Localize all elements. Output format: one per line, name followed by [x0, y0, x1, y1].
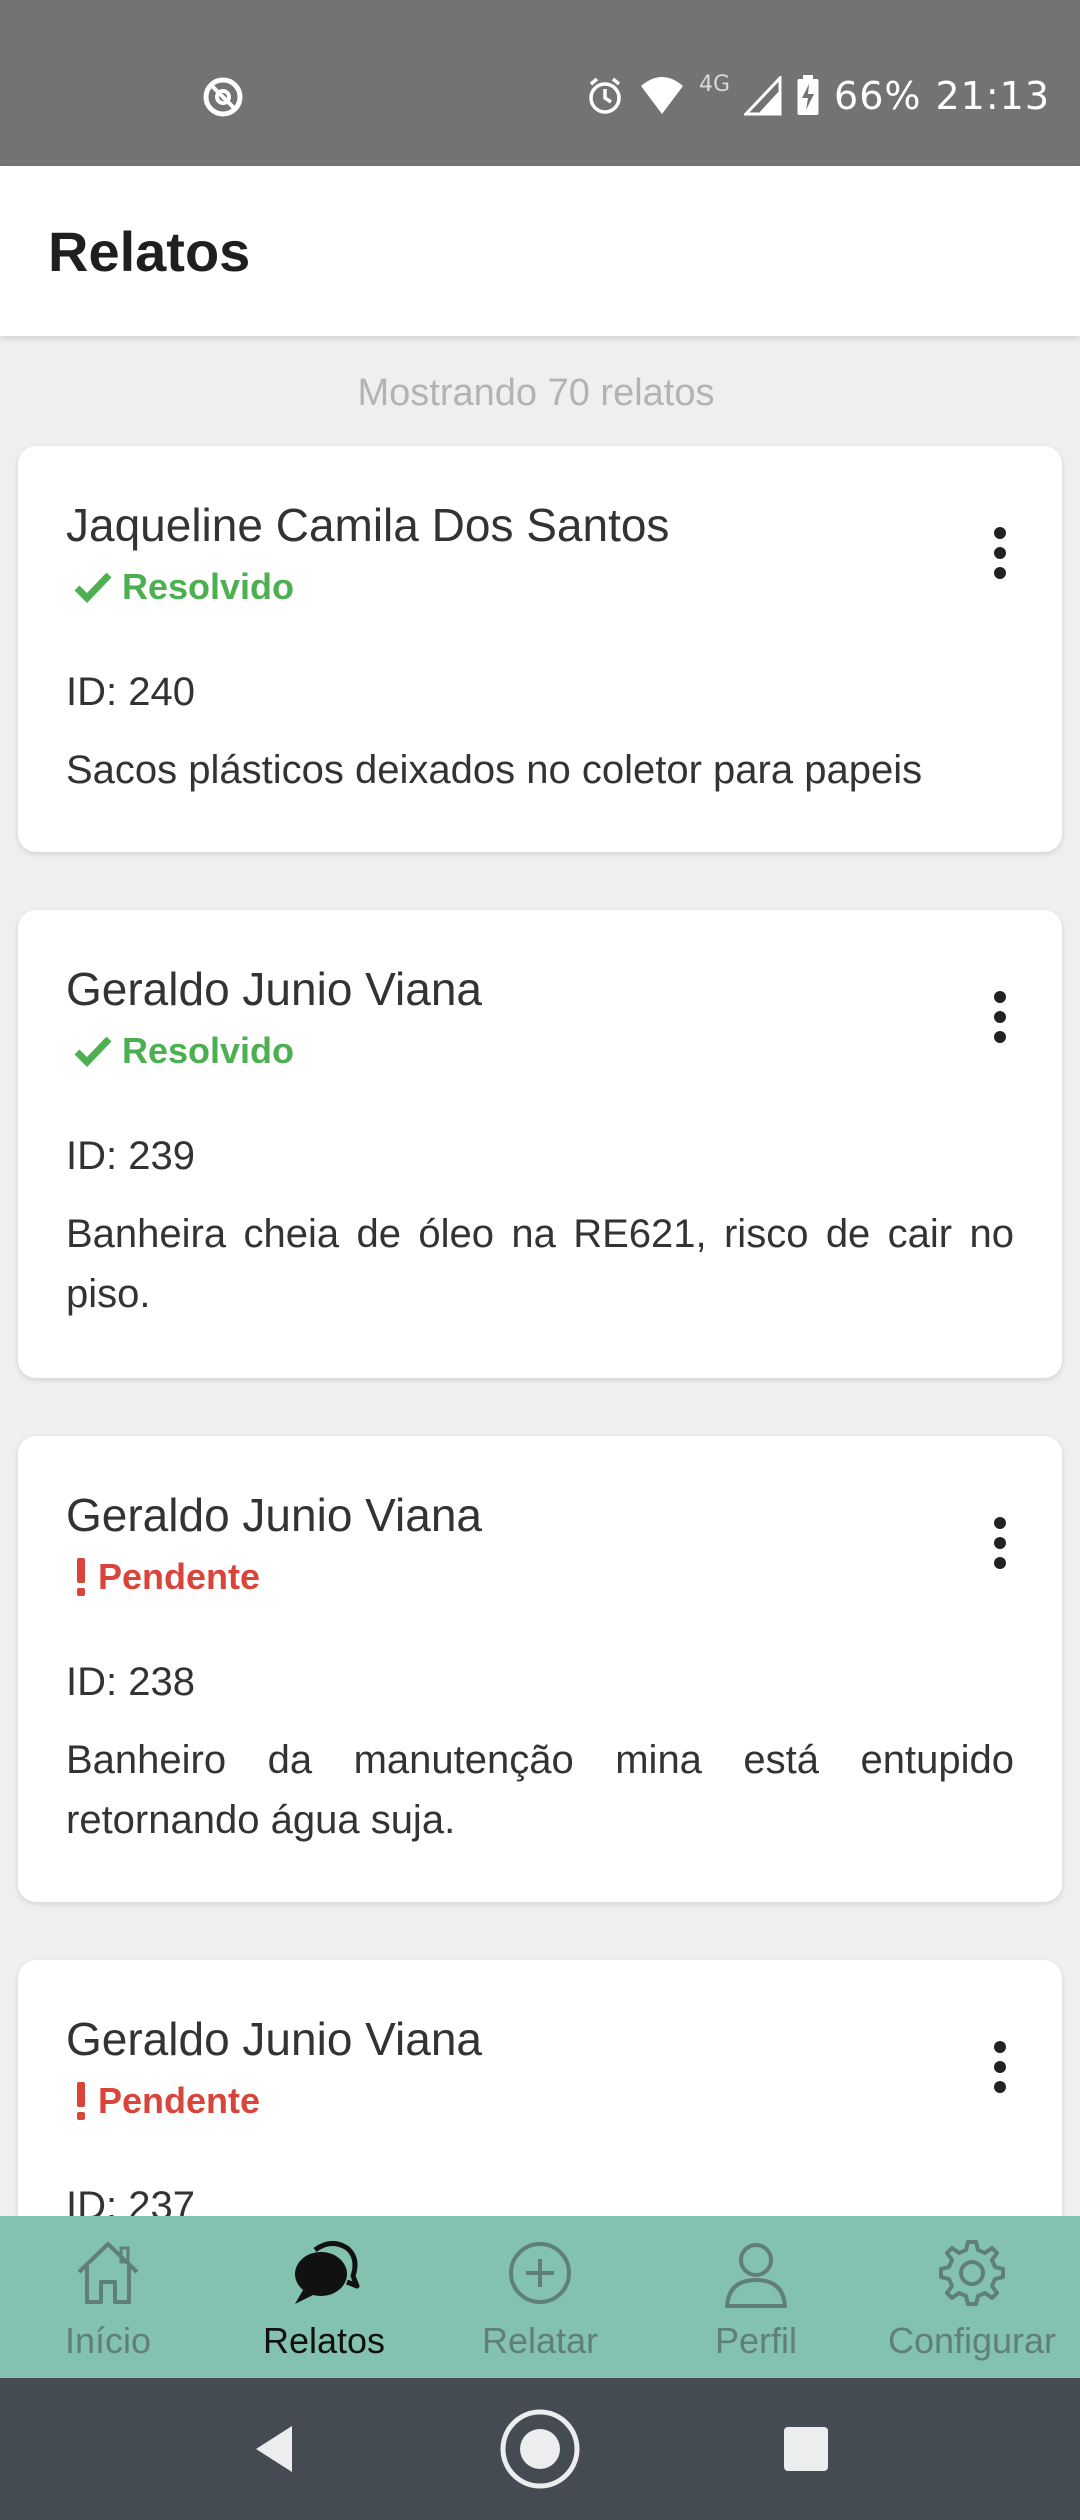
nav-item-configurar[interactable]: Configurar — [864, 2216, 1080, 2378]
report-card[interactable]: Geraldo Junio Viana Resolvido ID: 239 Ba… — [18, 910, 1062, 1378]
report-id: ID: 238 — [66, 1660, 195, 1704]
more-options-icon[interactable] — [988, 990, 1012, 1044]
wifi-icon — [640, 77, 683, 114]
more-options-icon[interactable] — [988, 2040, 1012, 2094]
reporter-name: Geraldo Junio Viana — [66, 2013, 482, 2065]
status-badge: Pendente — [74, 1556, 260, 1598]
nav-item-relatar[interactable]: Relatar — [432, 2216, 648, 2378]
report-id: ID: 240 — [66, 670, 195, 714]
reporter-name: Geraldo Junio Viana — [66, 963, 482, 1015]
status-badge: Resolvido — [74, 566, 294, 608]
nav-label: Relatos — [262, 2320, 386, 2361]
status-label: Resolvido — [122, 1030, 295, 1071]
more-options-icon[interactable] — [988, 526, 1012, 580]
alarm-icon — [589, 77, 621, 114]
check-icon — [74, 572, 112, 603]
battery-percent: 66% — [834, 74, 922, 118]
report-id: ID: 239 — [66, 1134, 195, 1178]
exclamation-icon — [77, 1558, 85, 1596]
gear-icon — [939, 2240, 1005, 2306]
clock: 21:13 — [935, 74, 1050, 118]
status-label: Pendente — [98, 1556, 261, 1597]
more-options-icon[interactable] — [988, 1516, 1012, 1570]
nav-label: Configurar — [887, 2320, 1057, 2361]
home-icon — [77, 2242, 139, 2304]
exclamation-icon — [77, 2082, 85, 2120]
report-description: Banheiro da manutenção mina está entupid… — [66, 1738, 1014, 1842]
home-button-icon[interactable] — [498, 2407, 582, 2491]
reports-count: Mostrando 70 relatos — [357, 372, 715, 414]
add-circle-icon — [509, 2242, 571, 2304]
cell-signal-icon — [744, 76, 782, 116]
chat-bubbles-icon — [295, 2241, 360, 2304]
report-description: Banheira cheia de óleo na RE621, risco d… — [66, 1212, 1014, 1316]
report-card[interactable]: Jaqueline Camila Dos Santos Resolvido ID… — [18, 446, 1062, 852]
recent-apps-icon[interactable] — [782, 2425, 830, 2473]
data-saver-icon — [203, 77, 243, 117]
report-card[interactable]: Geraldo Junio Viana Pendente ID: 238 Ban… — [18, 1436, 1062, 1902]
report-card[interactable]: Geraldo Junio Viana Pendente ID: 237 — [18, 1960, 1062, 2216]
nav-item-inicio[interactable]: Início — [0, 2216, 216, 2378]
app-bar: Relatos — [0, 166, 1080, 336]
system-navigation-bar — [0, 2378, 1080, 2520]
status-label: Pendente — [98, 2080, 261, 2121]
status-bar: 4G 66% 21:13 — [0, 0, 1080, 166]
bottom-navigation: Início Relatos Relatar Perfil Configurar — [0, 2216, 1080, 2378]
person-icon — [725, 2243, 787, 2308]
page-title: Relatos — [48, 219, 251, 283]
report-description: Sacos plásticos deixados no coletor para… — [66, 748, 923, 792]
back-icon[interactable] — [250, 2422, 298, 2476]
status-badge: Pendente — [74, 2080, 260, 2122]
network-type-label: 4G — [698, 71, 731, 97]
check-icon — [74, 1036, 112, 1067]
nav-label: Perfil — [714, 2320, 798, 2361]
reporter-name: Geraldo Junio Viana — [66, 1489, 482, 1541]
reporter-name: Jaqueline Camila Dos Santos — [66, 499, 670, 551]
nav-item-relatos[interactable]: Relatos — [216, 2216, 432, 2378]
report-id: ID: 237 — [66, 2184, 195, 2216]
status-label: Resolvido — [122, 566, 295, 607]
nav-label: Início — [64, 2320, 152, 2361]
reports-list[interactable]: Mostrando 70 relatos Jaqueline Camila Do… — [0, 336, 1080, 2216]
nav-label: Relatar — [481, 2320, 599, 2361]
status-badge: Resolvido — [74, 1030, 294, 1072]
nav-item-perfil[interactable]: Perfil — [648, 2216, 864, 2378]
battery-charging-icon — [797, 75, 819, 115]
